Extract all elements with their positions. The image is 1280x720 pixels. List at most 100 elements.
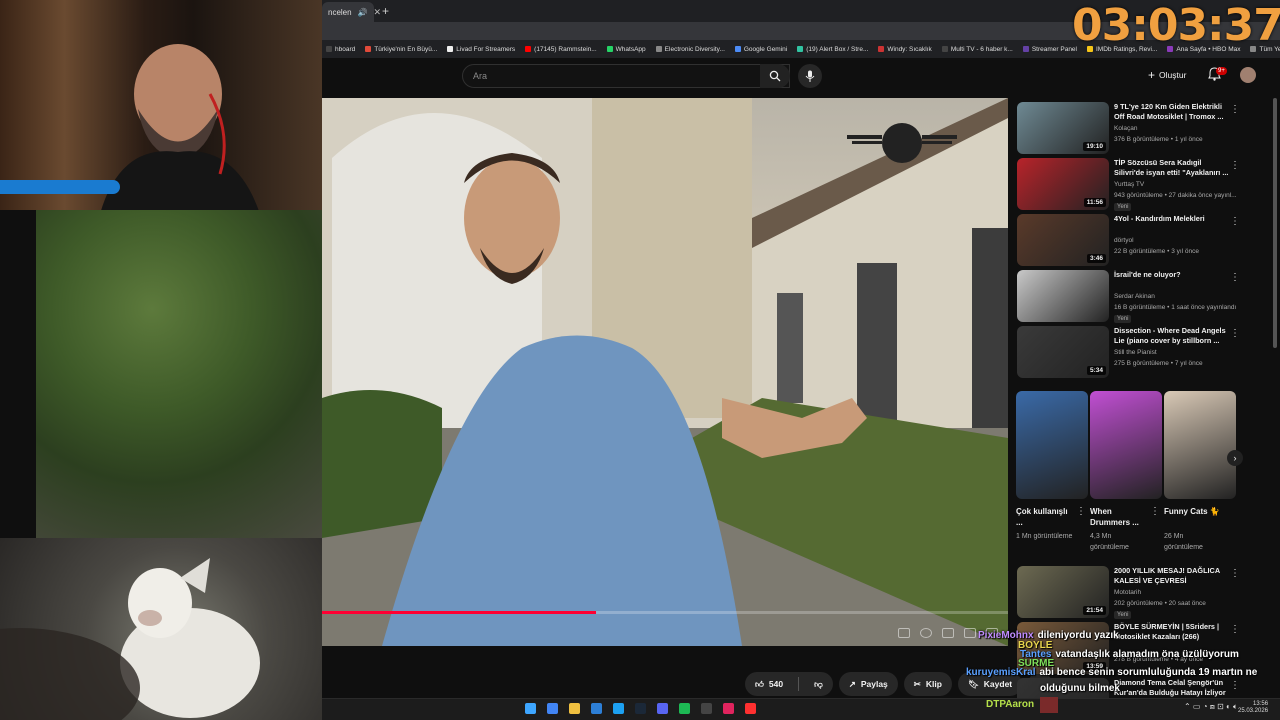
video-player[interactable] — [322, 98, 1008, 646]
short-title[interactable]: Funny Cats 🐈 — [1164, 506, 1224, 517]
plus-icon: + — [1148, 68, 1156, 82]
bookmark-item[interactable]: (17145) Rammstein... — [525, 46, 597, 53]
bookmark-label: Livad For Streamers — [456, 45, 516, 53]
taskbar-app-icon[interactable] — [723, 703, 734, 714]
taskbar-app-icon[interactable] — [701, 703, 712, 714]
system-tray-icons[interactable]: ⌃ ▭ ◔ ⧈ ⊡ ◐ 🔈︎ — [1184, 703, 1238, 711]
recommendation-item[interactable]: 5:34 Dissection - Where Dead Angels Lie (… — [1014, 322, 1272, 378]
shorts-next-button[interactable]: › — [1227, 450, 1243, 466]
user-avatar[interactable] — [1240, 67, 1256, 83]
short-title[interactable]: Çok kullanışlı ... — [1016, 506, 1076, 528]
bookmark-favicon-icon — [606, 46, 613, 52]
more-vertical-icon[interactable]: ⋮ — [1230, 328, 1240, 339]
more-vertical-icon[interactable]: ⋮ — [1230, 216, 1240, 227]
subtitles-icon[interactable] — [898, 628, 910, 638]
voice-search-button[interactable] — [798, 64, 822, 88]
video-title[interactable]: İsrail'de ne oluyor? — [1114, 270, 1232, 280]
browser-tab-active[interactable]: ncelen 🔊 ✕ — [322, 2, 381, 22]
bookmark-item[interactable]: Streamer Panel — [1022, 45, 1077, 53]
channel-name[interactable]: dörtyol — [1114, 237, 1134, 244]
video-title[interactable]: 9 TL'ye 120 Km Giden Elektrikli Off Road… — [1114, 102, 1232, 122]
new-tab-button[interactable]: + — [382, 4, 389, 18]
bookmark-item[interactable]: Google Gemini — [734, 46, 787, 53]
bookmark-item[interactable]: hboard — [326, 46, 355, 53]
clip-button[interactable]: ✂ Klip — [903, 672, 952, 696]
bookmark-item[interactable]: Livad For Streamers — [447, 46, 515, 53]
video-thumbnail[interactable]: 3:46 — [1017, 214, 1109, 266]
taskbar-app-icon[interactable] — [525, 703, 536, 714]
bookmark-item[interactable]: WhatsApp — [606, 46, 646, 53]
clock[interactable]: 13:56 25.03.2026 — [1238, 701, 1268, 715]
taskbar-app-icon[interactable] — [569, 703, 580, 714]
more-vertical-icon[interactable]: ⋮ — [1230, 680, 1240, 691]
taskbar-app-icon[interactable] — [745, 703, 756, 714]
more-vertical-icon[interactable]: ⋮ — [1150, 506, 1160, 517]
bookmark-item[interactable]: Multi TV - 6 haber k... — [941, 46, 1013, 53]
channel-name[interactable]: Serdar Akinan — [1114, 293, 1155, 300]
save-label: Kaydet — [983, 679, 1013, 689]
video-thumbnail[interactable] — [1017, 270, 1109, 322]
miniplayer-icon[interactable] — [942, 628, 954, 638]
short-thumbnail[interactable] — [1164, 391, 1236, 499]
channel-name[interactable]: Yurttaş TV — [1114, 181, 1144, 188]
video-meta: 943 görüntüleme • 27 dakika önce yayınl.… — [1114, 192, 1237, 199]
page-scrollbar[interactable] — [1273, 98, 1277, 348]
video-thumbnail[interactable]: 5:34 — [1017, 326, 1109, 378]
taskbar-app-icon[interactable] — [547, 703, 558, 714]
more-vertical-icon[interactable]: ⋮ — [1230, 272, 1240, 283]
video-thumbnail[interactable]: 19:10 — [1017, 102, 1109, 154]
tab-close-icon[interactable]: ✕ — [374, 7, 382, 18]
more-vertical-icon[interactable]: ⋮ — [1230, 624, 1240, 635]
taskbar-app-icon[interactable] — [591, 703, 602, 714]
bookmark-label: Streamer Panel — [1031, 45, 1077, 53]
tab-audio-icon[interactable]: 🔊 — [358, 8, 368, 17]
theater-mode-icon[interactable] — [964, 628, 976, 638]
bookmark-favicon-icon — [734, 46, 741, 52]
settings-icon[interactable] — [920, 628, 932, 638]
video-title[interactable]: TİP Sözcüsü Sera Kadıgil Silivri'de isya… — [1114, 158, 1232, 178]
microphone-icon — [805, 70, 815, 82]
video-thumbnail[interactable]: 11:56 — [1017, 158, 1109, 210]
short-title[interactable]: When Drummers ... — [1090, 506, 1150, 528]
channel-name[interactable]: Still the Pianist — [1114, 349, 1157, 356]
create-button[interactable]: + Oluştur — [1148, 68, 1186, 82]
like-dislike-group: 👍︎ 540 👎︎ — [745, 672, 833, 696]
bookmark-item[interactable]: (19) Alert Box / Stre... — [797, 46, 868, 53]
search-button[interactable] — [760, 64, 790, 88]
like-button[interactable]: 👍︎ 540 — [745, 672, 793, 696]
short-thumbnail[interactable] — [1016, 391, 1088, 499]
dislike-button[interactable]: 👎︎ — [804, 672, 833, 696]
taskbar-app-icon[interactable] — [657, 703, 668, 714]
video-title[interactable]: BÖYLE SÜRMEYİN | 5Sriders | Motosiklet K… — [1114, 622, 1232, 642]
share-button[interactable]: ↗ Paylaş — [838, 672, 898, 696]
video-progress-bar[interactable] — [322, 611, 1008, 614]
video-thumbnail[interactable]: 21:54 — [1017, 566, 1109, 618]
recommendation-item[interactable]: 21:54 2000 YILLIK MESAJ! DAĞLICA KALESİ V… — [1014, 562, 1272, 619]
more-vertical-icon[interactable]: ⋮ — [1230, 160, 1240, 171]
taskbar-app-icon[interactable] — [679, 703, 690, 714]
channel-name[interactable]: Mototarih — [1114, 589, 1141, 596]
video-title[interactable]: 4Yol - Kandırdım Melekleri — [1114, 214, 1232, 224]
channel-name[interactable]: Kolaçan — [1114, 125, 1138, 132]
video-title[interactable]: 2000 YILLIK MESAJ! DAĞLICA KALESİ VE ÇEV… — [1114, 566, 1232, 586]
more-vertical-icon[interactable]: ⋮ — [1230, 104, 1240, 115]
bookmark-favicon-icon — [941, 46, 948, 52]
bookmark-item[interactable]: Electronic Diversity... — [655, 46, 725, 53]
taskbar-app-icon[interactable] — [635, 703, 646, 714]
video-title[interactable]: Dissection - Where Dead Angels Lie (pian… — [1114, 326, 1232, 346]
bookmark-item[interactable]: Windy: Sıcaklık — [878, 46, 932, 53]
search-input[interactable]: Ara — [462, 64, 790, 88]
avatar — [1040, 697, 1058, 713]
more-vertical-icon[interactable]: ⋮ — [1076, 506, 1086, 517]
bookmark-item[interactable]: Türkiye'nin En Büyü... — [365, 46, 437, 53]
taskbar-app-icon[interactable] — [613, 703, 624, 714]
more-vertical-icon[interactable]: ⋮ — [1230, 568, 1240, 579]
video-progress-fill — [322, 611, 597, 614]
video-title[interactable]: Diamond Tema Celal Şengör'ün Kur'an'da B… — [1114, 678, 1232, 698]
recommendation-item[interactable]: İsrail'de ne oluyor? Serdar Akinan 16 B gö… — [1014, 266, 1272, 323]
short-thumbnail[interactable] — [1090, 391, 1162, 499]
recommendation-item[interactable]: 3:46 4Yol - Kandırdım Melekleri dörtyol 22 … — [1014, 210, 1272, 266]
video-meta: 275 B görüntüleme • 7 yıl önce — [1114, 360, 1203, 367]
recommendation-item[interactable]: 19:10 9 TL'ye 120 Km Giden Elektrikli Off… — [1014, 98, 1272, 154]
recommendation-item[interactable]: 11:56 TİP Sözcüsü Sera Kadıgil Silivri'de… — [1014, 154, 1272, 211]
